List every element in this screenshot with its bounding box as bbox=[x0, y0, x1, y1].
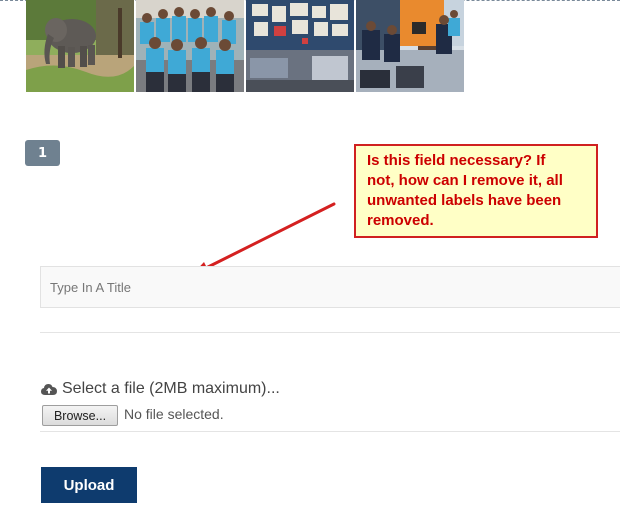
file-status-text: No file selected. bbox=[124, 406, 224, 422]
title-input[interactable] bbox=[40, 266, 620, 308]
classroom-wall-photo-icon bbox=[246, 0, 354, 92]
callout-line-1: Is this field necessary? If bbox=[367, 152, 546, 169]
students-at-computers-photo-icon bbox=[356, 0, 464, 92]
group-of-students-photo-icon bbox=[136, 0, 244, 92]
thumbnail-elephant[interactable] bbox=[26, 0, 134, 92]
thumbnail-classroom-wall[interactable] bbox=[246, 0, 354, 92]
thumbnail-students-group[interactable] bbox=[136, 0, 244, 92]
file-select-text: Select a file (2MB maximum)... bbox=[62, 380, 280, 397]
upload-button[interactable]: Upload bbox=[41, 467, 137, 503]
file-select-label: Select a file (2MB maximum)... bbox=[41, 378, 280, 400]
callout-line-4: removed. bbox=[367, 212, 434, 229]
browse-button[interactable]: Browse... bbox=[42, 405, 118, 426]
form-divider-top bbox=[40, 332, 620, 333]
cloud-upload-icon bbox=[41, 384, 57, 395]
elephant-photo-icon bbox=[26, 0, 134, 92]
page-number-badge[interactable]: 1 bbox=[25, 140, 60, 166]
callout-line-2: not, how can I remove it, all bbox=[367, 172, 563, 189]
form-divider-bottom bbox=[40, 431, 620, 432]
thumbnail-computer-room[interactable] bbox=[356, 0, 464, 92]
annotation-callout: Is this field necessary? If not, how can… bbox=[354, 144, 598, 238]
callout-line-3: unwanted labels have been bbox=[367, 192, 562, 209]
photo-gallery bbox=[26, 0, 464, 92]
